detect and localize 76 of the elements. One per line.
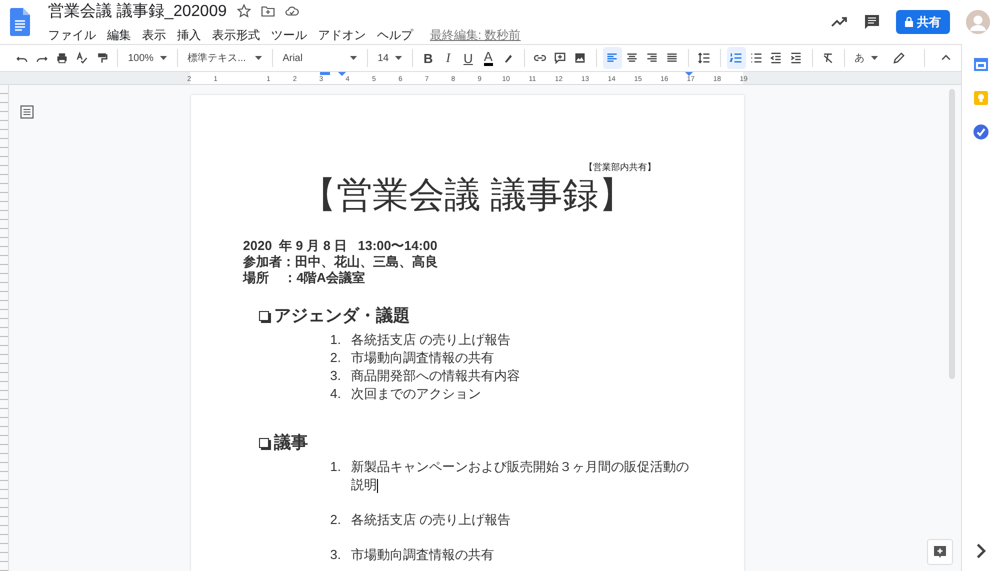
toolbar-dropdown[interactable]: 14	[374, 47, 406, 69]
right-indent-icon[interactable]	[685, 72, 693, 76]
calendar-icon[interactable]	[973, 56, 989, 72]
docs-logo-icon[interactable]	[10, 8, 30, 36]
line-spacing-icon	[697, 51, 712, 65]
toolbar-dropdown[interactable]: あ	[850, 47, 882, 69]
caret-icon	[254, 56, 262, 60]
list-number: 3.	[329, 367, 341, 385]
document-title[interactable]: 営業会議 議事録_202009	[48, 0, 227, 22]
tasks-icon[interactable]	[973, 124, 989, 140]
share-note: 【営業部内共有】	[583, 161, 656, 174]
numbered-list-icon	[729, 51, 744, 65]
caret-icon	[870, 56, 878, 60]
text-cursor	[377, 478, 378, 493]
toolbar-dropdown[interactable]: Arial	[278, 47, 361, 69]
menu-item[interactable]: ツール	[271, 26, 307, 44]
outline-icon[interactable]	[20, 105, 34, 119]
list-item-text: 商品開発部への情報共有内容	[351, 367, 521, 385]
menu-item[interactable]: 表示形式	[212, 26, 260, 44]
print-icon	[54, 51, 68, 65]
list-item-text: 各統括支店 の売り上げ報告	[351, 331, 512, 349]
star-icon[interactable]	[236, 4, 251, 18]
menu-item[interactable]: アドオン	[318, 26, 366, 44]
last-edit-link[interactable]: 最終編集: 数秒前	[430, 26, 521, 44]
add-comment-button[interactable]	[927, 539, 953, 565]
numbered-list-button[interactable]	[726, 47, 746, 69]
pencil-icon	[892, 51, 906, 65]
list-item-text: 次回までのアクション	[351, 385, 482, 403]
square-bullet-icon	[259, 438, 269, 448]
scrollbar[interactable]	[949, 89, 955, 379]
caret-icon	[350, 56, 357, 60]
meeting-info: 2020 年 9 月 8 日 13:00〜14:00	[243, 238, 438, 254]
indent-increase-icon	[789, 51, 804, 65]
list-item-text: 市場動向調査情報の共有	[351, 349, 495, 367]
menu-item[interactable]: 挿入	[177, 26, 201, 44]
image-icon	[573, 51, 588, 65]
list-number: 1.	[329, 331, 341, 349]
list-number: 3.	[329, 546, 341, 564]
list-number: 4.	[329, 385, 341, 403]
meeting-info: 参加者：田中、花山、三島、高良	[243, 254, 439, 270]
toolbar-dropdown[interactable]: 標準テキス...	[184, 47, 266, 69]
format-button[interactable]: I	[438, 47, 458, 69]
caret-icon	[160, 56, 167, 60]
menu-item[interactable]: 編集	[107, 26, 131, 44]
caret-icon	[394, 56, 402, 60]
cloud-icon[interactable]	[284, 4, 299, 18]
list-number: 2.	[329, 349, 341, 367]
clear-format-icon	[821, 51, 836, 65]
comment-icon[interactable]	[864, 14, 880, 30]
list-item-text: 市場動向調査情報の共有	[351, 546, 495, 564]
list-number: 2.	[329, 511, 341, 529]
comment-add-icon	[933, 545, 947, 559]
spellcheck-icon	[74, 51, 88, 65]
format-button[interactable]: A	[478, 47, 498, 69]
section-heading: 議事	[274, 432, 308, 454]
document-heading: 【営業会議 議事録】	[299, 174, 636, 216]
align-left-button[interactable]	[602, 47, 622, 69]
left-indent-icon[interactable]	[338, 72, 346, 76]
format-button[interactable]: U	[458, 47, 478, 69]
meeting-info: 場所 ：4階A会議室	[243, 270, 366, 286]
menu-item[interactable]: 表示	[142, 26, 166, 44]
folder-icon[interactable]	[260, 4, 275, 18]
menu-item[interactable]: ヘルプ	[377, 26, 413, 44]
indent-decrease-icon	[769, 51, 784, 65]
format-button[interactable]: B	[418, 47, 438, 69]
list-item-text: 新製品キャンペーンおよび販売開始３ヶ月間の販促活動の説明	[351, 458, 690, 494]
comment-add-icon	[553, 51, 568, 65]
list-item-text: 各統括支店 の売り上げ報告	[351, 511, 512, 529]
list-number: 1.	[329, 458, 341, 476]
lock-icon	[905, 17, 913, 27]
bulleted-list-icon	[749, 51, 764, 65]
toolbar-dropdown[interactable]: 100%	[124, 47, 171, 69]
square-bullet-icon	[259, 310, 269, 320]
share-button[interactable]: 共有	[896, 10, 950, 34]
menu-item[interactable]: ファイル	[48, 26, 96, 44]
section-heading: アジェンダ・議題	[274, 305, 410, 327]
